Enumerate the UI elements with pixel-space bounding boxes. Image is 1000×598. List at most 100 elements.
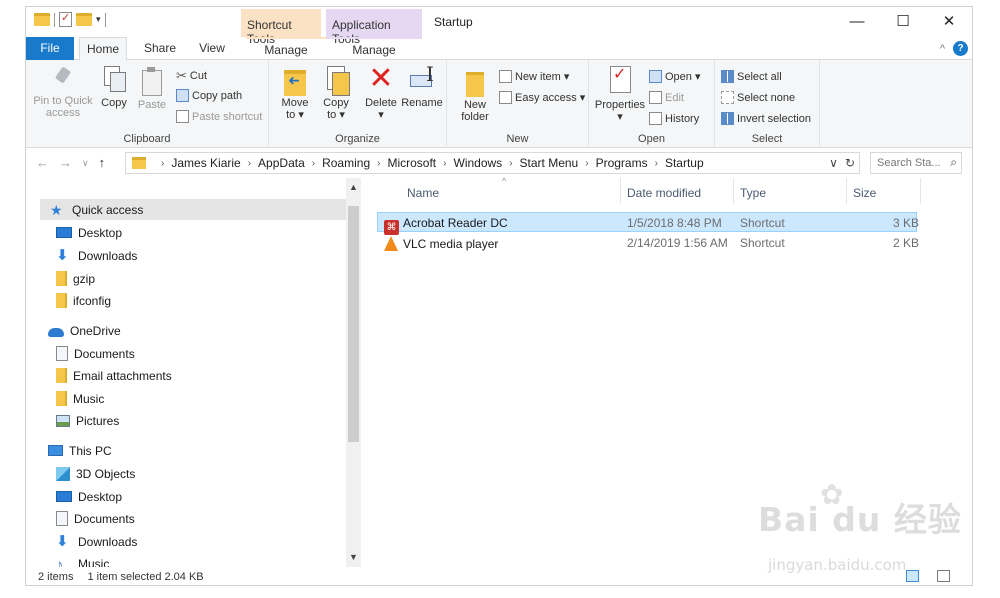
- collapse-ribbon-icon[interactable]: ^: [940, 43, 945, 55]
- select-none-button[interactable]: Select none: [721, 91, 795, 104]
- breadcrumb-separator-icon[interactable]: ›: [443, 158, 446, 169]
- nav-item-ifconfig[interactable]: ifconfig: [26, 290, 111, 311]
- nav-item-music-pc[interactable]: ♪ Music: [26, 553, 109, 568]
- nav-item-email-attachments[interactable]: Email attachments: [26, 365, 172, 386]
- select-all-button[interactable]: Select all: [721, 70, 782, 83]
- new-folder-button[interactable]: New folder: [457, 66, 493, 123]
- table-row[interactable]: VLC media player 2/14/2019 1:56 AM Short…: [377, 233, 919, 253]
- separator: [54, 12, 55, 27]
- column-header-size[interactable]: Size: [847, 178, 921, 204]
- table-row[interactable]: ⌘ Acrobat Reader DC 1/5/2018 8:48 PM Shor…: [377, 212, 919, 235]
- search-input[interactable]: Search Sta... ⌕: [870, 152, 962, 174]
- tab-manage-shortcut[interactable]: Manage: [246, 37, 326, 60]
- properties-qat-icon[interactable]: [59, 11, 72, 27]
- paste-button[interactable]: Paste: [136, 66, 168, 111]
- properties-button[interactable]: Properties ▾: [593, 66, 647, 123]
- breadcrumb-separator-icon[interactable]: ›: [312, 158, 315, 169]
- new-folder-icon: [463, 66, 487, 97]
- select-none-label: Select none: [737, 91, 796, 104]
- history-button[interactable]: History: [649, 112, 699, 125]
- organize-group-label: Organize: [335, 133, 380, 145]
- address-dropdown-chevron-icon[interactable]: ∨: [829, 156, 838, 170]
- breadcrumb-item[interactable]: Programs: [596, 156, 648, 170]
- breadcrumb-item[interactable]: Roaming: [322, 156, 370, 170]
- scrollbar-thumb[interactable]: [348, 206, 359, 442]
- breadcrumb-separator-icon[interactable]: ›: [377, 158, 380, 169]
- cut-button[interactable]: ✂ Cut: [176, 68, 207, 84]
- tab-home[interactable]: Home: [79, 37, 127, 61]
- open-group-label: Open: [638, 133, 665, 145]
- clipboard-icon: [140, 66, 164, 96]
- large-icons-view-icon[interactable]: [937, 570, 950, 582]
- column-header-type[interactable]: Type: [734, 178, 847, 204]
- back-arrow-icon[interactable]: ←: [36, 155, 49, 170]
- breadcrumb-item[interactable]: James Kiarie: [171, 156, 240, 170]
- rename-button[interactable]: Rename: [401, 66, 443, 109]
- move-to-button[interactable]: Move to ▾: [277, 66, 313, 121]
- tab-manage-application[interactable]: Manage: [326, 37, 422, 60]
- customize-qat-icon[interactable]: ▾: [96, 14, 101, 25]
- column-header-name[interactable]: ^ Name: [377, 176, 621, 204]
- tab-file[interactable]: File: [26, 37, 74, 60]
- recent-locations-chevron-icon[interactable]: ∨: [82, 155, 89, 170]
- maximize-button[interactable]: ☐: [880, 7, 926, 35]
- edit-button[interactable]: Edit: [649, 91, 684, 104]
- nav-onedrive[interactable]: OneDrive: [26, 320, 121, 341]
- nav-item-music[interactable]: Music: [26, 388, 104, 409]
- details-view-icon[interactable]: [906, 570, 919, 582]
- copy-path-label: Copy path: [192, 89, 243, 102]
- breadcrumb-separator-icon[interactable]: ›: [509, 158, 512, 169]
- breadcrumb-item[interactable]: Startup: [665, 156, 704, 170]
- help-icon[interactable]: ?: [953, 41, 968, 56]
- breadcrumb-separator-icon[interactable]: ›: [585, 158, 588, 169]
- breadcrumb-item[interactable]: Windows: [454, 156, 503, 170]
- nav-item-documents[interactable]: Documents: [26, 343, 135, 364]
- nav-item-desktop[interactable]: Desktop: [26, 222, 122, 243]
- new-group-label: New: [506, 133, 529, 145]
- nav-this-pc[interactable]: This PC: [26, 440, 112, 461]
- nav-item-label: Documents: [74, 346, 135, 361]
- nav-scrollbar[interactable]: ▲ ▼: [346, 178, 361, 567]
- breadcrumb-separator-icon[interactable]: ›: [248, 158, 251, 169]
- tab-view[interactable]: View: [188, 37, 236, 60]
- separator: [104, 12, 106, 27]
- breadcrumb-item[interactable]: Start Menu: [520, 156, 579, 170]
- copy-path-button[interactable]: Copy path: [176, 89, 242, 102]
- new-folder-qat-icon[interactable]: [76, 13, 92, 26]
- copy-button[interactable]: Copy: [98, 66, 130, 109]
- invert-selection-button[interactable]: Invert selection: [721, 112, 811, 125]
- nav-item-downloads-pc[interactable]: ⬇ Downloads: [26, 531, 137, 552]
- minimize-button[interactable]: —: [834, 7, 880, 35]
- nav-item-pictures[interactable]: Pictures: [26, 410, 119, 431]
- breadcrumb-separator-icon[interactable]: ›: [161, 158, 164, 169]
- tab-share[interactable]: Share: [136, 37, 184, 60]
- history-label: History: [665, 112, 700, 125]
- nav-item-label: Email attachments: [73, 368, 172, 383]
- address-bar[interactable]: › James Kiarie › AppData › Roaming › Microsoft ›…: [125, 152, 860, 174]
- scroll-down-icon[interactable]: ▼: [349, 552, 358, 562]
- close-button[interactable]: ✕: [926, 7, 972, 35]
- nav-item-gzip[interactable]: gzip: [26, 268, 95, 289]
- refresh-icon[interactable]: ↻: [845, 156, 855, 170]
- up-arrow-icon[interactable]: ↑: [99, 155, 106, 170]
- easy-access-button[interactable]: Easy access ▾: [499, 91, 585, 104]
- column-header-date[interactable]: Date modified: [621, 178, 734, 204]
- open-button[interactable]: Open ▾: [649, 70, 701, 83]
- nav-item-desktop-pc[interactable]: Desktop: [26, 486, 122, 507]
- breadcrumb-item[interactable]: AppData: [258, 156, 305, 170]
- copy-to-button[interactable]: Copy to ▾: [319, 66, 353, 121]
- search-icon[interactable]: ⌕: [950, 155, 957, 170]
- nav-item-downloads[interactable]: ⬇ Downloads: [26, 245, 137, 266]
- forward-arrow-icon[interactable]: →: [59, 155, 72, 170]
- breadcrumb-item[interactable]: Microsoft: [387, 156, 436, 170]
- paste-shortcut-button[interactable]: Paste shortcut: [176, 110, 262, 123]
- nav-item-documents-pc[interactable]: Documents: [26, 508, 135, 529]
- new-item-button[interactable]: New item ▾: [499, 70, 569, 83]
- clipboard-group-label: Clipboard: [123, 133, 171, 145]
- nav-item-3d-objects[interactable]: 3D Objects: [26, 463, 135, 484]
- nav-quick-access[interactable]: ★ Quick access: [40, 199, 346, 220]
- delete-button[interactable]: ✕ Delete ▾: [363, 64, 399, 122]
- breadcrumb-separator-icon[interactable]: ›: [655, 158, 658, 169]
- scroll-up-icon[interactable]: ▲: [349, 182, 358, 192]
- pin-quick-access-button[interactable]: Pin to Quick access: [30, 66, 96, 119]
